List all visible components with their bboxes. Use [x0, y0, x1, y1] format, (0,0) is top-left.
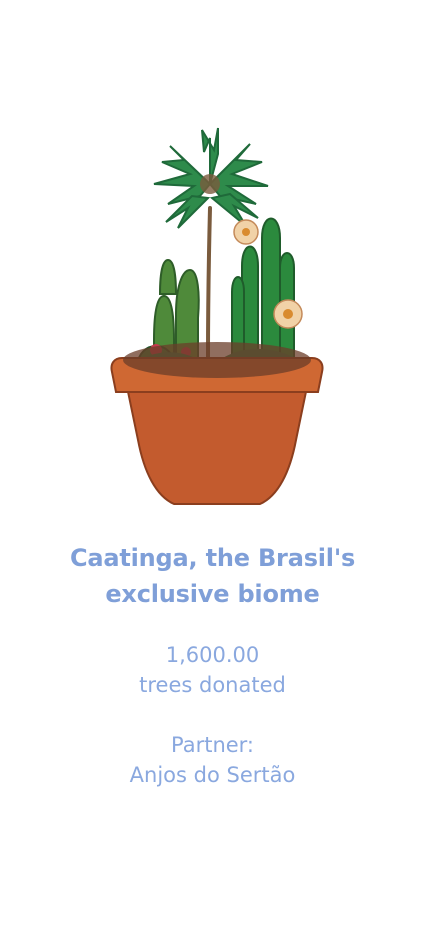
trees-count: 1,600.00: [165, 643, 260, 667]
project-card-screen: Caatinga, the Brasil's exclusive biome 1…: [0, 0, 425, 937]
potted-caatinga-plant-illustration: [110, 127, 324, 505]
project-title-line-1: Caatinga, the Brasil's: [69, 544, 356, 572]
trees-label: trees donated: [139, 673, 286, 697]
partner-info: Partner: Anjos do Sertão: [20, 730, 405, 790]
project-title-line-2: exclusive biome: [105, 580, 320, 608]
project-title: Caatinga, the Brasil's exclusive biome: [20, 540, 405, 612]
partner-label: Partner:: [170, 733, 255, 757]
donation-stats: 1,600.00 trees donated: [20, 640, 405, 700]
partner-name: Anjos do Sertão: [129, 763, 296, 787]
